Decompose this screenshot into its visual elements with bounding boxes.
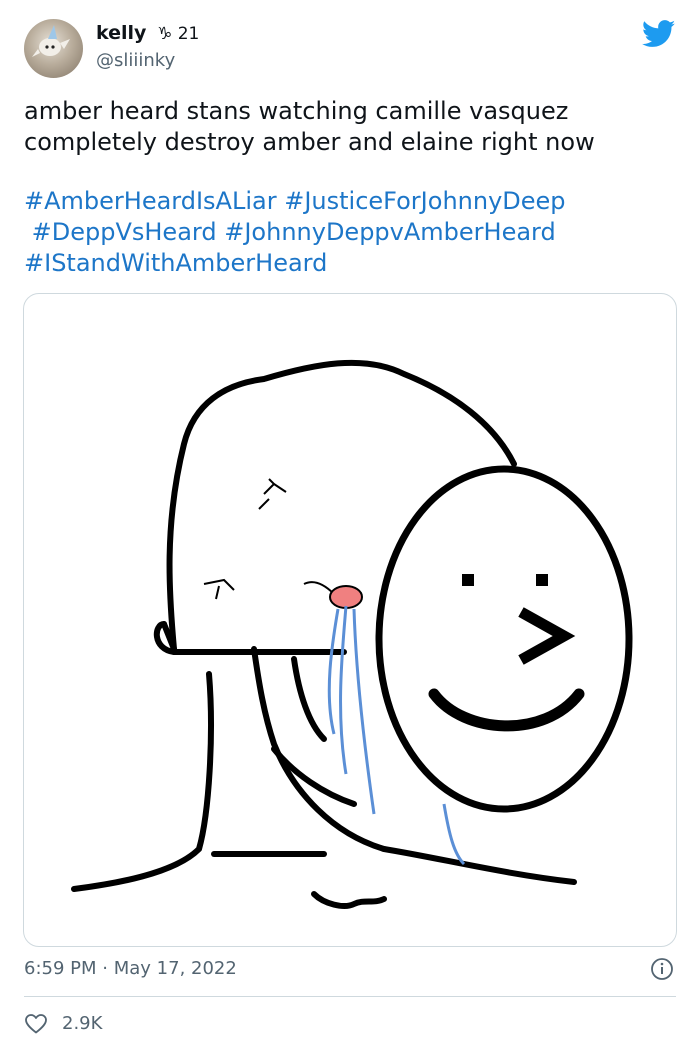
tweet-text-line: completely destroy amber and elaine righ… xyxy=(24,128,595,156)
twitter-bird-icon[interactable] xyxy=(642,20,676,48)
hashtag-link[interactable]: #DeppVsHeard xyxy=(32,218,217,246)
author-display-name[interactable]: kelly ♑ 21 xyxy=(96,22,199,44)
hashtag-link[interactable]: #IStandWithAmberHeard xyxy=(24,249,327,277)
tweet-text: amber heard stans watching camille vasqu… xyxy=(24,96,674,158)
hashtag-list: #AmberHeardIsALiar #JusticeForJohnnyDeep… xyxy=(24,186,674,279)
tweet-text-line: amber heard stans watching camille vasqu… xyxy=(24,97,569,125)
tweet-timestamp[interactable]: 6:59 PM · May 17, 2022 xyxy=(24,958,237,979)
hashtag-link[interactable]: #JusticeForJohnnyDeep xyxy=(284,187,565,215)
like-count[interactable]: 2.9K xyxy=(62,1013,102,1034)
author-badge: ♑ 21 xyxy=(157,24,200,44)
divider xyxy=(24,996,676,997)
avatar[interactable] xyxy=(24,19,83,78)
author-handle[interactable]: @sliiinky xyxy=(96,50,175,71)
heart-icon[interactable] xyxy=(24,1012,48,1036)
info-icon[interactable] xyxy=(650,957,674,981)
hashtag-link[interactable]: #AmberHeardIsALiar xyxy=(24,187,277,215)
avatar-image xyxy=(32,25,70,57)
tweet-media[interactable] xyxy=(23,293,677,947)
wojak-mask-meme-image xyxy=(71,359,633,909)
hashtag-link[interactable]: #JohnnyDeppvAmberHeard xyxy=(224,218,556,246)
